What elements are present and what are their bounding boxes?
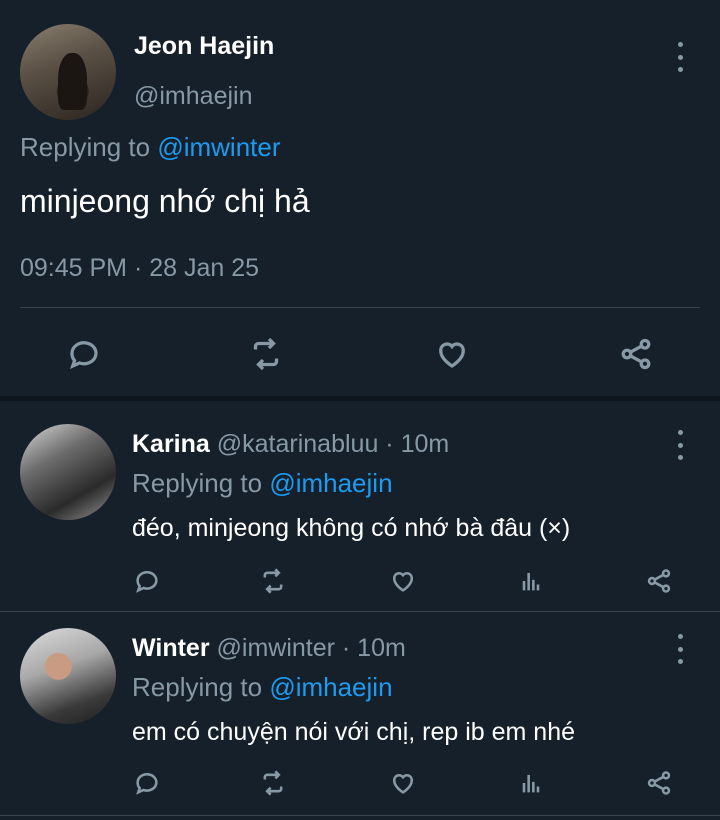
more-vertical-icon[interactable] [670,634,690,664]
display-name[interactable]: Winter [132,634,210,662]
analytics-icon[interactable] [516,768,546,798]
divider [0,611,720,612]
more-vertical-icon[interactable] [670,42,690,72]
like-icon[interactable] [432,334,472,374]
retweet-icon[interactable] [246,334,286,374]
handle[interactable]: @imhaejin [134,82,252,111]
replying-prefix: Replying to [132,672,270,702]
replying-to: Replying to @imhaejin [132,468,393,499]
timestamp[interactable]: 09:45 PM · 28 Jan 25 [20,254,259,283]
replying-prefix: Replying to [20,132,158,162]
reply-tweet[interactable]: Karina @katarinabluu · 10m Replying to @… [0,418,720,610]
name-row: Winter @imwinter · 10m [132,634,406,663]
analytics-icon[interactable] [516,566,546,596]
handle[interactable]: @katarinabluu [217,430,379,458]
reply-icon[interactable] [132,768,162,798]
more-vertical-icon[interactable] [670,430,690,460]
retweet-icon[interactable] [258,768,288,798]
divider [20,307,700,308]
reply-tweet[interactable]: Winter @imwinter · 10m Replying to @imha… [0,622,720,820]
name-row: Karina @katarinabluu · 10m [132,430,449,459]
share-icon[interactable] [644,566,674,596]
replying-to-link[interactable]: @imhaejin [269,672,392,702]
time: · 10m [334,634,406,662]
time: · 10m [378,430,450,458]
avatar[interactable] [20,424,116,520]
retweet-icon[interactable] [258,566,288,596]
like-icon[interactable] [388,768,418,798]
avatar[interactable] [20,24,116,120]
tweet-text: em có chuyện nói với chị, rep ib em nhé [132,718,576,746]
like-icon[interactable] [388,566,418,596]
replying-prefix: Replying to [132,468,270,498]
avatar[interactable] [20,628,116,724]
display-name[interactable]: Karina [132,430,210,458]
replying-to: Replying to @imwinter [20,132,281,163]
reply-icon[interactable] [132,566,162,596]
replying-to-link[interactable]: @imhaejin [269,468,392,498]
handle[interactable]: @imwinter [217,634,335,662]
display-name[interactable]: Jeon Haejin [134,32,274,61]
reply-icon[interactable] [64,334,104,374]
share-icon[interactable] [644,768,674,798]
section-separator [0,396,720,401]
replying-to-link[interactable]: @imwinter [157,132,280,162]
tweet-text: đéo, minjeong không có nhớ bà đâu (×) [132,514,571,542]
tweet-text: minjeong nhớ chị hả [20,183,310,219]
replying-to: Replying to @imhaejin [132,672,393,703]
divider [0,815,720,816]
main-tweet: Jeon Haejin @imhaejin Replying to @imwin… [0,0,720,396]
share-icon[interactable] [616,334,656,374]
